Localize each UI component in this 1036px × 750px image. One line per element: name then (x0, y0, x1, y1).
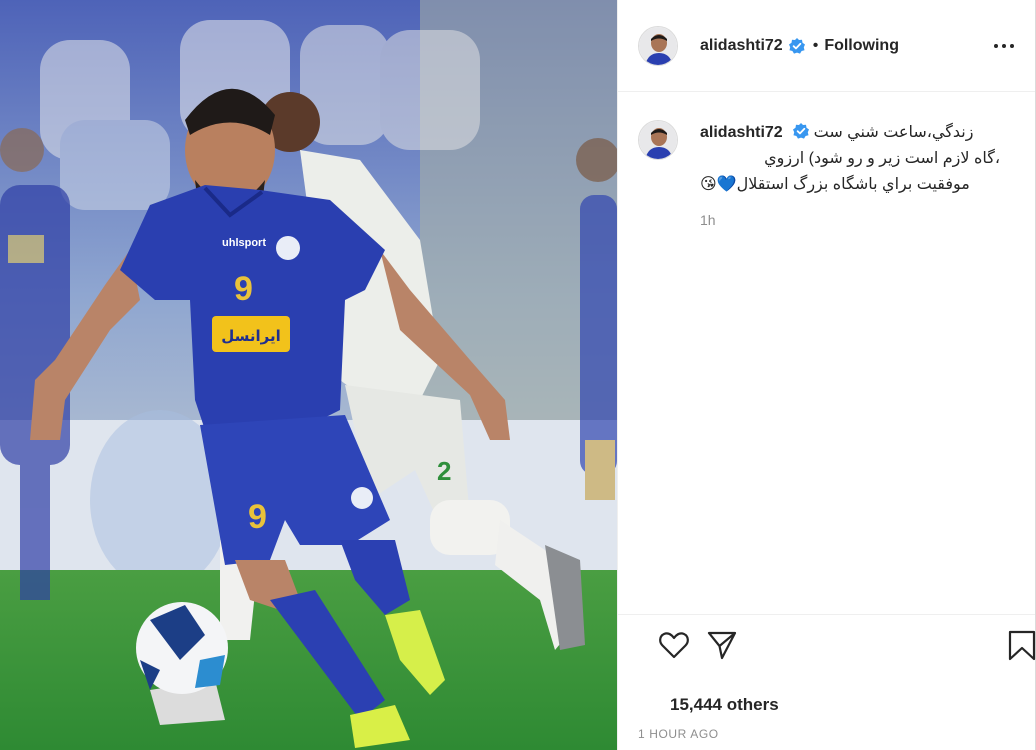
caption-verified-badge-icon (793, 122, 810, 139)
caption-line-2: ،گاه لازم است زير و رو شود) ارزوي (764, 150, 1000, 167)
post-photo[interactable]: 2 ایرانسل 9 uhlsport 9 (0, 0, 617, 750)
comment-relative-time[interactable]: 1h (700, 212, 1000, 228)
caption-section: alidashti72 زندگي،ساعت شني ست ،گاه لازم … (618, 92, 1035, 228)
following-button[interactable]: Following (824, 37, 899, 55)
kit-brand-text: uhlsport (222, 237, 266, 249)
post-details-panel: alidashti72 • Following alidashti72 زندگ… (617, 0, 1036, 750)
post-header: alidashti72 • Following (618, 0, 1035, 92)
caption-body: alidashti72 زندگي،ساعت شني ست ،گاه لازم … (700, 120, 1000, 228)
more-options-icon[interactable] (993, 36, 1015, 56)
bookmark-icon[interactable] (1006, 629, 1036, 661)
paper-plane-icon[interactable] (706, 629, 738, 661)
caption-username[interactable]: alidashti72 (700, 124, 783, 141)
action-bar: 15,444 others 1 HOUR AGO (618, 614, 1036, 750)
separator-dot: • (812, 36, 819, 54)
caption-line-3-text: موفقيت براي باشگاه بزرگ استقلال (736, 176, 970, 193)
caption-emoji: 😘💙 (700, 176, 737, 193)
posted-time[interactable]: 1 HOUR AGO (638, 727, 719, 741)
author-avatar[interactable] (638, 25, 678, 66)
likes-count[interactable]: 15,444 others (670, 695, 779, 715)
front-shirt-number: 9 (234, 270, 253, 308)
author-username[interactable]: alidashti72 (700, 37, 783, 55)
caption-author-avatar[interactable] (638, 120, 678, 160)
instagram-post: 2 ایرانسل 9 uhlsport 9 alidashti72 • Fol… (0, 0, 1036, 750)
football-photo: 2 ایرانسل 9 uhlsport 9 (0, 0, 617, 750)
back-player-number: 2 (437, 456, 451, 486)
shorts-number: 9 (248, 498, 267, 536)
football (136, 602, 228, 694)
sponsor-logo-text: ایرانسل (221, 327, 281, 345)
caption-line-3: 😘💙موفقيت براي باشگاه بزرگ استقلال (700, 172, 1000, 198)
verified-badge-icon (788, 37, 805, 54)
heart-icon[interactable] (658, 629, 690, 661)
caption-line-1: زندگي،ساعت شني ست (813, 124, 974, 141)
